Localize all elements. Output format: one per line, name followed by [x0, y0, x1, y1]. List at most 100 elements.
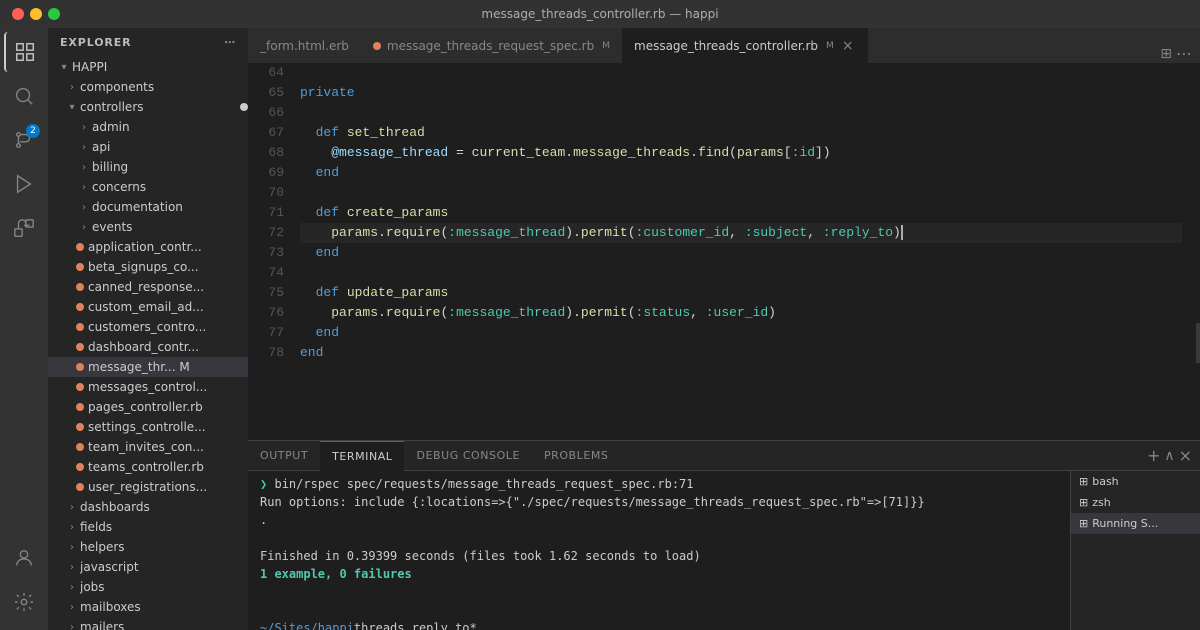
line-num: 70 [256, 183, 284, 203]
sidebar-header-icons: ⋯ [224, 36, 236, 49]
panel-tab-right: + ∧ × [1147, 446, 1200, 465]
panel-tab-terminal[interactable]: TERMINAL [320, 441, 404, 471]
line-num: 77 [256, 323, 284, 343]
code-line-78: end [300, 343, 1182, 363]
sidebar-collapse-icon[interactable]: ⋯ [224, 36, 236, 49]
panel-tab-problems[interactable]: PROBLEMS [532, 441, 620, 471]
project-root[interactable]: ▾ HAPPI [48, 57, 248, 77]
terminal-sidebar: ⊞ bash ⊞ zsh ⊞ Running S... [1070, 471, 1200, 630]
maximize-dot[interactable] [48, 8, 60, 20]
tree-item-application-controller[interactable]: application_contr... [48, 237, 248, 257]
tree-item-dashboards[interactable]: › dashboards [48, 497, 248, 517]
code-line-66 [300, 103, 1182, 123]
tree-label: custom_email_ad... [88, 300, 248, 314]
tree-item-mailers[interactable]: › mailers [48, 617, 248, 630]
tree-item-custom-email[interactable]: custom_email_ad... [48, 297, 248, 317]
minimize-dot[interactable] [30, 8, 42, 20]
search-icon[interactable] [4, 76, 44, 116]
explorer-icon[interactable] [4, 32, 44, 72]
file-dot [76, 243, 84, 251]
tab-label: message_threads_controller.rb [634, 39, 818, 53]
tree-item-message-threads-controller[interactable]: message_thr... M [48, 357, 248, 377]
terminal-label: Running S... [1092, 517, 1158, 530]
tree-item-controllers[interactable]: ▾ controllers [48, 97, 248, 117]
tab-form[interactable]: _form.html.erb [248, 28, 361, 63]
terminal-main[interactable]: ❯ bin/rspec spec/requests/message_thread… [248, 471, 1070, 630]
tree-item-messages-controller[interactable]: messages_control... [48, 377, 248, 397]
tab-dot [373, 42, 381, 50]
tree-label: documentation [92, 200, 248, 214]
minimap [1190, 63, 1200, 440]
line-num: 67 [256, 123, 284, 143]
tab-modified: M [826, 41, 834, 51]
account-icon[interactable] [4, 538, 44, 578]
panel-tab-output[interactable]: OUTPUT [248, 441, 320, 471]
panel-up-icon[interactable]: ∧ [1164, 448, 1174, 464]
file-dot [76, 483, 84, 491]
sidebar-header: EXPLORER ⋯ [48, 28, 248, 57]
tree-item-admin[interactable]: › admin [48, 117, 248, 137]
tree-item-javascript[interactable]: › javascript [48, 557, 248, 577]
tab-close-button[interactable]: × [840, 38, 856, 54]
tree-label: mailers [80, 620, 248, 630]
tree-item-customers-controller[interactable]: customers_contro... [48, 317, 248, 337]
tab-modified: M [602, 41, 610, 51]
close-dot[interactable] [12, 8, 24, 20]
panel-tab-debug[interactable]: DEBUG CONSOLE [404, 441, 531, 471]
tree-item-helpers[interactable]: › helpers [48, 537, 248, 557]
activity-bar: 2 [0, 28, 48, 630]
tree-item-user-registrations[interactable]: user_registrations... [48, 477, 248, 497]
run-icon[interactable] [4, 164, 44, 204]
window-title: message_threads_controller.rb — happi [481, 7, 718, 21]
terminal-line: . [260, 511, 1058, 529]
tree-item-mailboxes[interactable]: › mailboxes [48, 597, 248, 617]
panel-close-icon[interactable]: × [1179, 446, 1192, 465]
tree-item-teams-controller[interactable]: teams_controller.rb [48, 457, 248, 477]
code-area[interactable]: private def set_thread @message_thread =… [292, 63, 1190, 440]
tree-item-concerns[interactable]: › concerns [48, 177, 248, 197]
tree-label: settings_controlle... [88, 420, 248, 434]
tree-item-events[interactable]: › events [48, 217, 248, 237]
extensions-icon[interactable] [4, 208, 44, 248]
tree-item-billing[interactable]: › billing [48, 157, 248, 177]
tree-item-beta-signups[interactable]: beta_signups_co... [48, 257, 248, 277]
arrow-icon: › [64, 79, 80, 95]
tab-label: _form.html.erb [260, 39, 349, 53]
tree-item-pages-controller[interactable]: pages_controller.rb [48, 397, 248, 417]
file-dot [76, 423, 84, 431]
source-control-icon[interactable]: 2 [4, 120, 44, 160]
terminal-instance-running[interactable]: ⊞ Running S... [1071, 513, 1200, 534]
tab-controller[interactable]: message_threads_controller.rb M × [622, 28, 868, 63]
tree-item-canned-response[interactable]: canned_response... [48, 277, 248, 297]
terminal-instance-zsh[interactable]: ⊞ zsh [1071, 492, 1200, 513]
tree-label: events [92, 220, 248, 234]
terminal-line: ❯ bin/rspec spec/requests/message_thread… [260, 475, 1058, 493]
tree-label: team_invites_con... [88, 440, 248, 454]
tree-item-settings-controller[interactable]: settings_controlle... [48, 417, 248, 437]
arrow-icon: ▾ [56, 59, 72, 75]
split-editor-icon[interactable]: ⊞ [1160, 46, 1172, 62]
tree-item-dashboard-controller[interactable]: dashboard_contr... [48, 337, 248, 357]
terminal-line [260, 529, 1058, 547]
arrow-icon: › [64, 619, 80, 630]
minimap-slider[interactable] [1196, 323, 1200, 363]
code-line-74 [300, 263, 1182, 283]
tree-item-team-invites[interactable]: team_invites_con... [48, 437, 248, 457]
arrow-icon: › [76, 199, 92, 215]
terminal-instance-bash[interactable]: ⊞ bash [1071, 471, 1200, 492]
tree-item-components[interactable]: › components [48, 77, 248, 97]
settings-icon[interactable] [4, 582, 44, 622]
tree-item-fields[interactable]: › fields [48, 517, 248, 537]
tree-label: user_registrations... [88, 480, 248, 494]
arrow-icon: › [64, 539, 80, 555]
tab-spec[interactable]: message_threads_request_spec.rb M [361, 28, 622, 63]
tree-label: teams_controller.rb [88, 460, 248, 474]
tree-item-jobs[interactable]: › jobs [48, 577, 248, 597]
sidebar: EXPLORER ⋯ ▾ HAPPI › components ▾ contro… [48, 28, 248, 630]
tree-item-api[interactable]: › api [48, 137, 248, 157]
more-tabs-icon[interactable]: ⋯ [1176, 44, 1192, 63]
tree-item-documentation[interactable]: › documentation [48, 197, 248, 217]
tree-label: api [92, 140, 248, 154]
add-terminal-icon[interactable]: + [1147, 446, 1160, 465]
editor-content: 64 65 66 67 68 69 70 71 72 73 74 75 76 7… [248, 63, 1200, 440]
